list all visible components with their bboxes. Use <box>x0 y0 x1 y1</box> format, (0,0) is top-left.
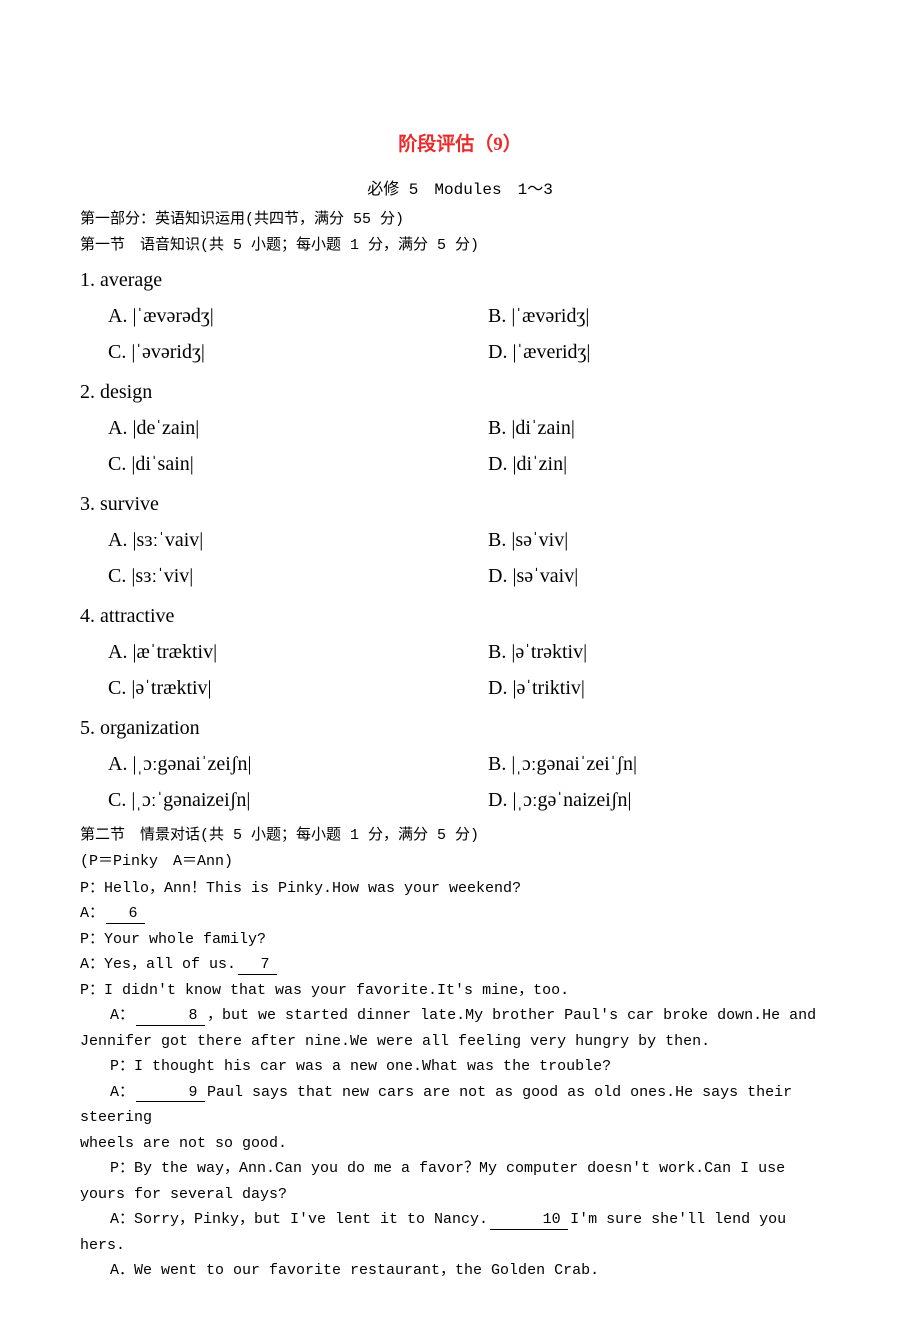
dialog-a-2-prefix: A：Yes，all of us. <box>80 956 236 973</box>
q3-opt-d: D. |səˈvaiv| <box>460 560 840 592</box>
q2-opt-b: B. |diˈzain| <box>460 412 840 444</box>
q1-options: A. |ˈævərədʒ| B. |ˈævəridʒ| C. |ˈəvəridʒ… <box>80 298 840 370</box>
dialog-p-4: P：I thought his car was a new one.What w… <box>80 1054 840 1080</box>
q5-opt-c: C. |ˌɔːˈgənaizeiʃn| <box>80 784 460 816</box>
q1-opt-d: D. |ˈæveridʒ| <box>460 336 840 368</box>
dialog-a-5-prefix: A：Sorry，Pinky，but I've lent it to Nancy. <box>110 1211 488 1228</box>
q3-opt-a: A. |sɜːˈvaiv| <box>80 524 460 556</box>
dialog-a-3: A： 8 ，but we started dinner late.My brot… <box>80 1003 840 1029</box>
dialog-a-3-cont: Jennifer got there after nine.We were al… <box>80 1029 840 1055</box>
q2-options: A. |deˈzain| B. |diˈzain| C. |diˈsain| D… <box>80 410 840 482</box>
q1-word: 1. average <box>80 264 840 296</box>
q5-word: 5. organization <box>80 712 840 744</box>
subtitle: 必修 5 Modules 1～3 <box>80 178 840 204</box>
dialog-p-1: P：Hello，Ann！This is Pinky.How was your w… <box>80 876 840 902</box>
q3-opt-c: C. |sɜːˈviv| <box>80 560 460 592</box>
q4-options: A. |æˈtræktiv| B. |əˈtrəktiv| C. |əˈtræk… <box>80 634 840 706</box>
blank-8: 8 <box>136 1008 205 1026</box>
q2-word: 2. design <box>80 376 840 408</box>
dialog-a-5-cont: hers. <box>80 1233 840 1259</box>
dialog-p-5: P：By the way，Ann.Can you do me a favor？M… <box>80 1156 840 1182</box>
document-page: 阶段评估（9） 必修 5 Modules 1～3 第一部分：英语知识运用(共四节… <box>0 0 920 1344</box>
dialog-a-4-prefix: A： <box>110 1084 134 1101</box>
speaker-legend: (P＝Pinky A＝Ann) <box>80 850 840 874</box>
q3-opt-b: B. |səˈviv| <box>460 524 840 556</box>
dialog-a-5-tail: I'm sure she'll lend you <box>570 1211 786 1228</box>
blank-9: 9 <box>136 1085 205 1103</box>
q4-opt-c: C. |əˈtræktiv| <box>80 672 460 704</box>
part1-heading: 第一部分：英语知识运用(共四节，满分 55 分) <box>80 208 840 232</box>
q5-opt-b: B. |ˌɔːgənaiˈzeiˈʃn| <box>460 748 840 780</box>
q4-opt-d: D. |əˈtriktiv| <box>460 672 840 704</box>
blank-7: 7 <box>238 957 277 975</box>
dialog-p-5-cont: yours for several days? <box>80 1182 840 1208</box>
dialog-p-2: P：Your whole family? <box>80 927 840 953</box>
q2-opt-c: C. |diˈsain| <box>80 448 460 480</box>
q2-opt-a: A. |deˈzain| <box>80 412 460 444</box>
dialog-p-3: P：I didn't know that was your favorite.I… <box>80 978 840 1004</box>
q5-opt-a: A. |ˌɔːgənaiˈzeiʃn| <box>80 748 460 780</box>
dialog-a-3-tail: ，but we started dinner late.My brother P… <box>207 1007 816 1024</box>
answer-option-a: A．We went to our favorite restaurant，the… <box>80 1258 840 1284</box>
page-title: 阶段评估（9） <box>80 130 840 160</box>
q5-opt-d: D. |ˌɔːgəˈnaizeiʃn| <box>460 784 840 816</box>
blank-10: 10 <box>490 1212 568 1230</box>
dialog-a-3-prefix: A： <box>110 1007 134 1024</box>
q4-opt-b: B. |əˈtrəktiv| <box>460 636 840 668</box>
q4-word: 4. attractive <box>80 600 840 632</box>
q3-word: 3. survive <box>80 488 840 520</box>
dialog-a-2: A：Yes，all of us. 7 <box>80 952 840 978</box>
dialog-a-5: A：Sorry，Pinky，but I've lent it to Nancy.… <box>80 1207 840 1233</box>
section2-heading: 第二节 情景对话(共 5 小题；每小题 1 分，满分 5 分) <box>80 824 840 848</box>
dialog-a-4-cont: wheels are not so good. <box>80 1131 840 1157</box>
q3-options: A. |sɜːˈvaiv| B. |səˈviv| C. |sɜːˈviv| D… <box>80 522 840 594</box>
dialog-a-1: A： 6 <box>80 901 840 927</box>
blank-6: 6 <box>106 906 145 924</box>
section1-heading: 第一节 语音知识(共 5 小题；每小题 1 分，满分 5 分) <box>80 234 840 258</box>
q2-opt-d: D. |diˈzin| <box>460 448 840 480</box>
q1-opt-b: B. |ˈævəridʒ| <box>460 300 840 332</box>
q5-options: A. |ˌɔːgənaiˈzeiʃn| B. |ˌɔːgənaiˈzeiˈʃn|… <box>80 746 840 818</box>
dialog-a-1-prefix: A： <box>80 905 104 922</box>
dialog-a-4: A： 9 Paul says that new cars are not as … <box>80 1080 840 1131</box>
q1-opt-a: A. |ˈævərədʒ| <box>80 300 460 332</box>
q4-opt-a: A. |æˈtræktiv| <box>80 636 460 668</box>
q1-opt-c: C. |ˈəvəridʒ| <box>80 336 460 368</box>
